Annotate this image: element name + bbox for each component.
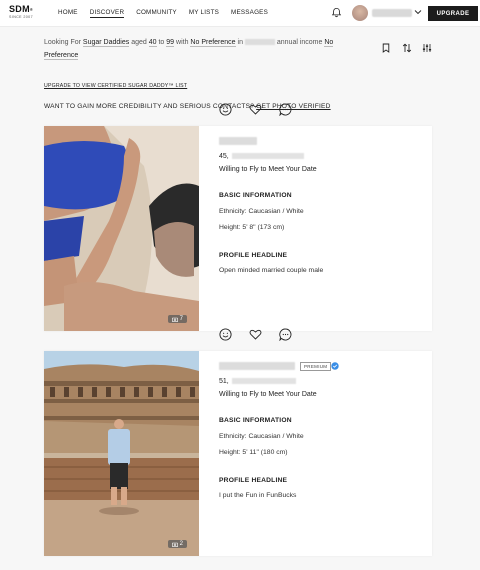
annual-income-label: annual income [276, 39, 323, 46]
profile-age-location: 51, [219, 378, 296, 385]
logo-text: SDM [9, 4, 30, 14]
looking-for-select[interactable]: Sugar Daddies [82, 39, 130, 47]
aged-label: aged [131, 39, 147, 46]
chevron-down-icon[interactable] [414, 8, 422, 16]
profile-ethnicity: Ethnicity: Caucasian / White [219, 208, 304, 215]
profile-headline-heading: PROFILE HEADLINE [219, 252, 288, 259]
upgrade-certified-list-link[interactable]: UPGRADE TO VIEW CERTIFIED SUGAR DADDY™ L… [44, 83, 187, 89]
profile-height: Height: 5' 8" (173 cm) [219, 224, 285, 231]
with-label: with [176, 39, 189, 46]
profile-location-redacted [231, 153, 304, 160]
verified-check-icon [331, 362, 339, 370]
nav-messages[interactable]: MESSAGES [231, 9, 268, 18]
photo-count-badge[interactable]: 2 [167, 540, 187, 548]
profile-photo[interactable]: 7 [44, 126, 199, 331]
bookmark-icon[interactable] [381, 43, 391, 53]
main-nav: HOME DISCOVER COMMUNITY MY LISTS MESSAGE… [58, 9, 280, 18]
profile-photo-image [44, 351, 199, 556]
user-avatar[interactable] [352, 5, 368, 21]
nav-home[interactable]: HOME [58, 9, 78, 18]
filter-sliders-icon[interactable] [422, 43, 432, 53]
profile-tagline: Willing to Fly to Meet Your Date [219, 166, 317, 173]
profile-name-redacted[interactable] [219, 137, 257, 145]
camera-icon [171, 542, 178, 547]
logo-registered-mark: ® [29, 7, 34, 12]
location-redacted[interactable] [244, 39, 275, 46]
nav-discover[interactable]: DISCOVER [89, 9, 125, 18]
nav-my-lists[interactable]: MY LISTS [189, 9, 219, 18]
profile-ethnicity: Ethnicity: Caucasian / White [219, 433, 304, 440]
message-bubble-icon[interactable] [279, 103, 292, 117]
profile-height: Height: 5' 11" (180 cm) [219, 449, 288, 456]
wink-smiley-icon[interactable] [219, 328, 232, 341]
age-max-select[interactable]: 99 [166, 39, 175, 47]
profile-age-location: 45, [219, 153, 304, 160]
logo-since: SINCE 2007 [9, 15, 33, 19]
favorite-heart-icon[interactable] [249, 328, 262, 341]
site-logo[interactable]: SDM® SINCE 2007 [9, 4, 34, 20]
profile-headline-heading: PROFILE HEADLINE [219, 477, 288, 484]
upgrade-button[interactable]: UPGRADE [428, 6, 478, 21]
photo-count-value: 2 [179, 541, 183, 547]
profile-age: 45, [219, 153, 229, 160]
profile-location-redacted [231, 378, 296, 385]
in-label: in [237, 39, 243, 46]
notification-bell-icon[interactable] [331, 7, 342, 18]
profile-tagline: Willing to Fly to Meet Your Date [219, 391, 317, 398]
photo-count-badge[interactable]: 7 [167, 315, 187, 323]
premium-badge: PREMIUM [300, 362, 332, 371]
favorite-heart-icon[interactable] [249, 103, 262, 116]
top-navigation-bar: SDM® SINCE 2007 HOME DISCOVER COMMUNITY … [0, 0, 480, 27]
photo-count-value: 7 [179, 316, 183, 322]
profile-card[interactable]: 7 45, Willing to Fly to Meet Your Date B… [44, 103, 432, 331]
sort-icon[interactable] [402, 43, 412, 53]
basic-info-heading: BASIC INFORMATION [219, 192, 292, 199]
with-preference-select[interactable]: No Preference [190, 39, 236, 47]
camera-icon [171, 317, 178, 322]
profile-photo-image [44, 126, 199, 331]
age-min-select[interactable]: 40 [148, 39, 157, 47]
wink-smiley-icon[interactable] [219, 103, 232, 116]
profile-card[interactable]: 2 PREMIUM 51, Willing to Fly to Meet You… [44, 328, 432, 556]
to-label: to [158, 39, 165, 46]
profile-headline: I put the Fun in FunBucks [219, 492, 297, 499]
search-filters: Looking For Sugar Daddies aged 40 to 99 … [44, 36, 344, 62]
username-redacted[interactable] [372, 9, 412, 17]
profile-actions [219, 328, 292, 342]
profile-actions [219, 103, 292, 117]
profile-age: 51, [219, 378, 229, 385]
looking-for-label: Looking For [44, 39, 81, 46]
message-bubble-icon[interactable] [279, 328, 292, 342]
profile-headline: Open minded married couple male [219, 267, 324, 274]
basic-info-heading: BASIC INFORMATION [219, 417, 292, 424]
nav-community[interactable]: COMMUNITY [136, 9, 177, 18]
profile-photo[interactable]: 2 [44, 351, 199, 556]
profile-name-redacted[interactable] [219, 362, 295, 370]
